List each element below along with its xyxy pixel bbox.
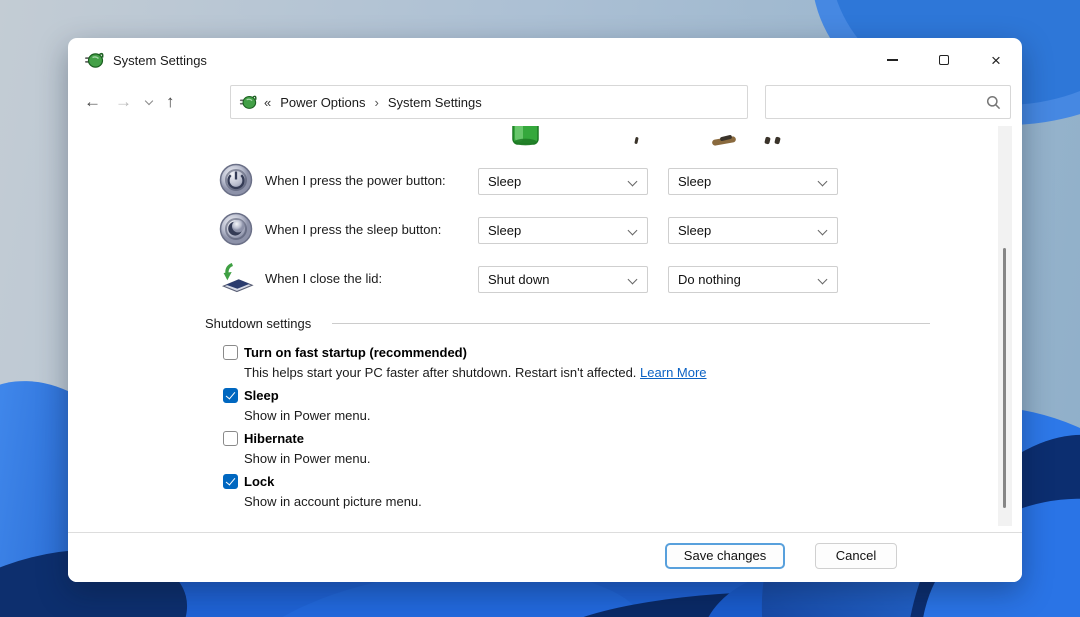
minimize-icon xyxy=(886,59,898,61)
chevron-down-icon xyxy=(817,274,828,285)
breadcrumb-collapse-button[interactable]: « xyxy=(264,95,271,110)
sleep-button-on-battery-select[interactable]: Sleep xyxy=(478,217,648,244)
power-plug-icon xyxy=(239,95,257,109)
scrollbar-thumb[interactable] xyxy=(1003,248,1006,508)
title-bar: System Settings × xyxy=(68,38,1022,82)
breadcrumb-item-system-settings[interactable]: System Settings xyxy=(388,95,482,110)
chevron-down-icon xyxy=(627,274,638,285)
save-changes-button[interactable]: Save changes xyxy=(665,543,785,569)
chevron-down-icon xyxy=(817,225,828,236)
sleep-checkbox[interactable] xyxy=(223,388,238,403)
lock-label[interactable]: Lock xyxy=(244,474,274,489)
selected-value: Sleep xyxy=(678,174,712,189)
sleep-button-icon xyxy=(219,212,253,246)
selected-value: Shut down xyxy=(488,272,550,287)
search-icon xyxy=(986,95,1001,110)
sleep-description: Show in Power menu. xyxy=(244,408,371,423)
hibernate-checkbox[interactable] xyxy=(223,431,238,446)
vertical-scrollbar[interactable] xyxy=(998,126,1012,526)
back-button[interactable]: ← xyxy=(84,92,101,112)
system-settings-window: System Settings × ← → ↑ « Power Options … xyxy=(68,38,1022,582)
address-bar[interactable]: « Power Options › System Settings xyxy=(230,85,895,119)
minimize-button[interactable] xyxy=(866,38,918,82)
close-button[interactable]: × xyxy=(970,38,1022,82)
breadcrumb-separator: › xyxy=(374,94,379,110)
description-text: This helps start your PC faster after sh… xyxy=(244,365,637,380)
fast-startup-description: This helps start your PC faster after sh… xyxy=(244,365,707,380)
close-lid-plugged-in-select[interactable]: Do nothing xyxy=(668,266,838,293)
close-icon: × xyxy=(991,50,1001,70)
nav-arrows: ← → ↑ xyxy=(84,84,175,120)
window-controls: × xyxy=(866,38,1022,82)
up-button[interactable]: ↑ xyxy=(166,92,175,112)
selected-value: Sleep xyxy=(488,223,522,238)
cropped-header-fragment xyxy=(764,136,771,145)
battery-icon xyxy=(512,126,539,146)
lock-checkbox[interactable] xyxy=(223,474,238,489)
window-title: System Settings xyxy=(113,52,207,68)
cancel-button[interactable]: Cancel xyxy=(815,543,897,569)
forward-button[interactable]: → xyxy=(115,92,132,112)
hibernate-description: Show in Power menu. xyxy=(244,451,371,466)
sleep-button-label: When I press the sleep button: xyxy=(265,222,442,237)
chevron-down-icon xyxy=(627,225,638,236)
power-button-icon xyxy=(219,163,253,197)
maximize-icon xyxy=(939,55,949,65)
lid-close-icon xyxy=(221,262,254,293)
maximize-button[interactable] xyxy=(918,38,970,82)
power-button-on-battery-select[interactable]: Sleep xyxy=(478,168,648,195)
hibernate-label[interactable]: Hibernate xyxy=(244,431,304,446)
footer-bar: Save changes Cancel xyxy=(68,532,1022,582)
close-lid-on-battery-select[interactable]: Shut down xyxy=(478,266,648,293)
power-button-plugged-in-select[interactable]: Sleep xyxy=(668,168,838,195)
cropped-header-fragment xyxy=(634,136,639,145)
navigation-toolbar: ← → ↑ « Power Options › System Settings xyxy=(68,84,1022,124)
recent-pages-dropdown-icon[interactable] xyxy=(144,96,154,105)
close-lid-label: When I close the lid: xyxy=(265,271,383,286)
breadcrumb-item-power-options[interactable]: Power Options xyxy=(280,95,365,110)
selected-value: Sleep xyxy=(678,223,712,238)
sleep-button-plugged-in-select[interactable]: Sleep xyxy=(668,217,838,244)
fast-startup-checkbox[interactable] xyxy=(223,345,238,360)
section-divider xyxy=(332,323,930,324)
fast-startup-label[interactable]: Turn on fast startup (recommended) xyxy=(244,345,467,360)
sleep-label[interactable]: Sleep xyxy=(244,388,279,403)
cropped-header-fragment xyxy=(774,136,781,145)
selected-value: Sleep xyxy=(488,174,522,189)
power-button-label: When I press the power button: xyxy=(265,173,446,188)
power-plug-icon[interactable] xyxy=(84,50,104,70)
search-box[interactable] xyxy=(765,85,1011,119)
shutdown-settings-heading: Shutdown settings xyxy=(205,316,312,331)
chevron-down-icon xyxy=(627,176,638,187)
selected-value: Do nothing xyxy=(678,272,741,287)
lock-description: Show in account picture menu. xyxy=(244,494,422,509)
learn-more-link[interactable]: Learn More xyxy=(640,365,706,380)
chevron-down-icon xyxy=(817,176,828,187)
search-input[interactable] xyxy=(774,86,982,118)
